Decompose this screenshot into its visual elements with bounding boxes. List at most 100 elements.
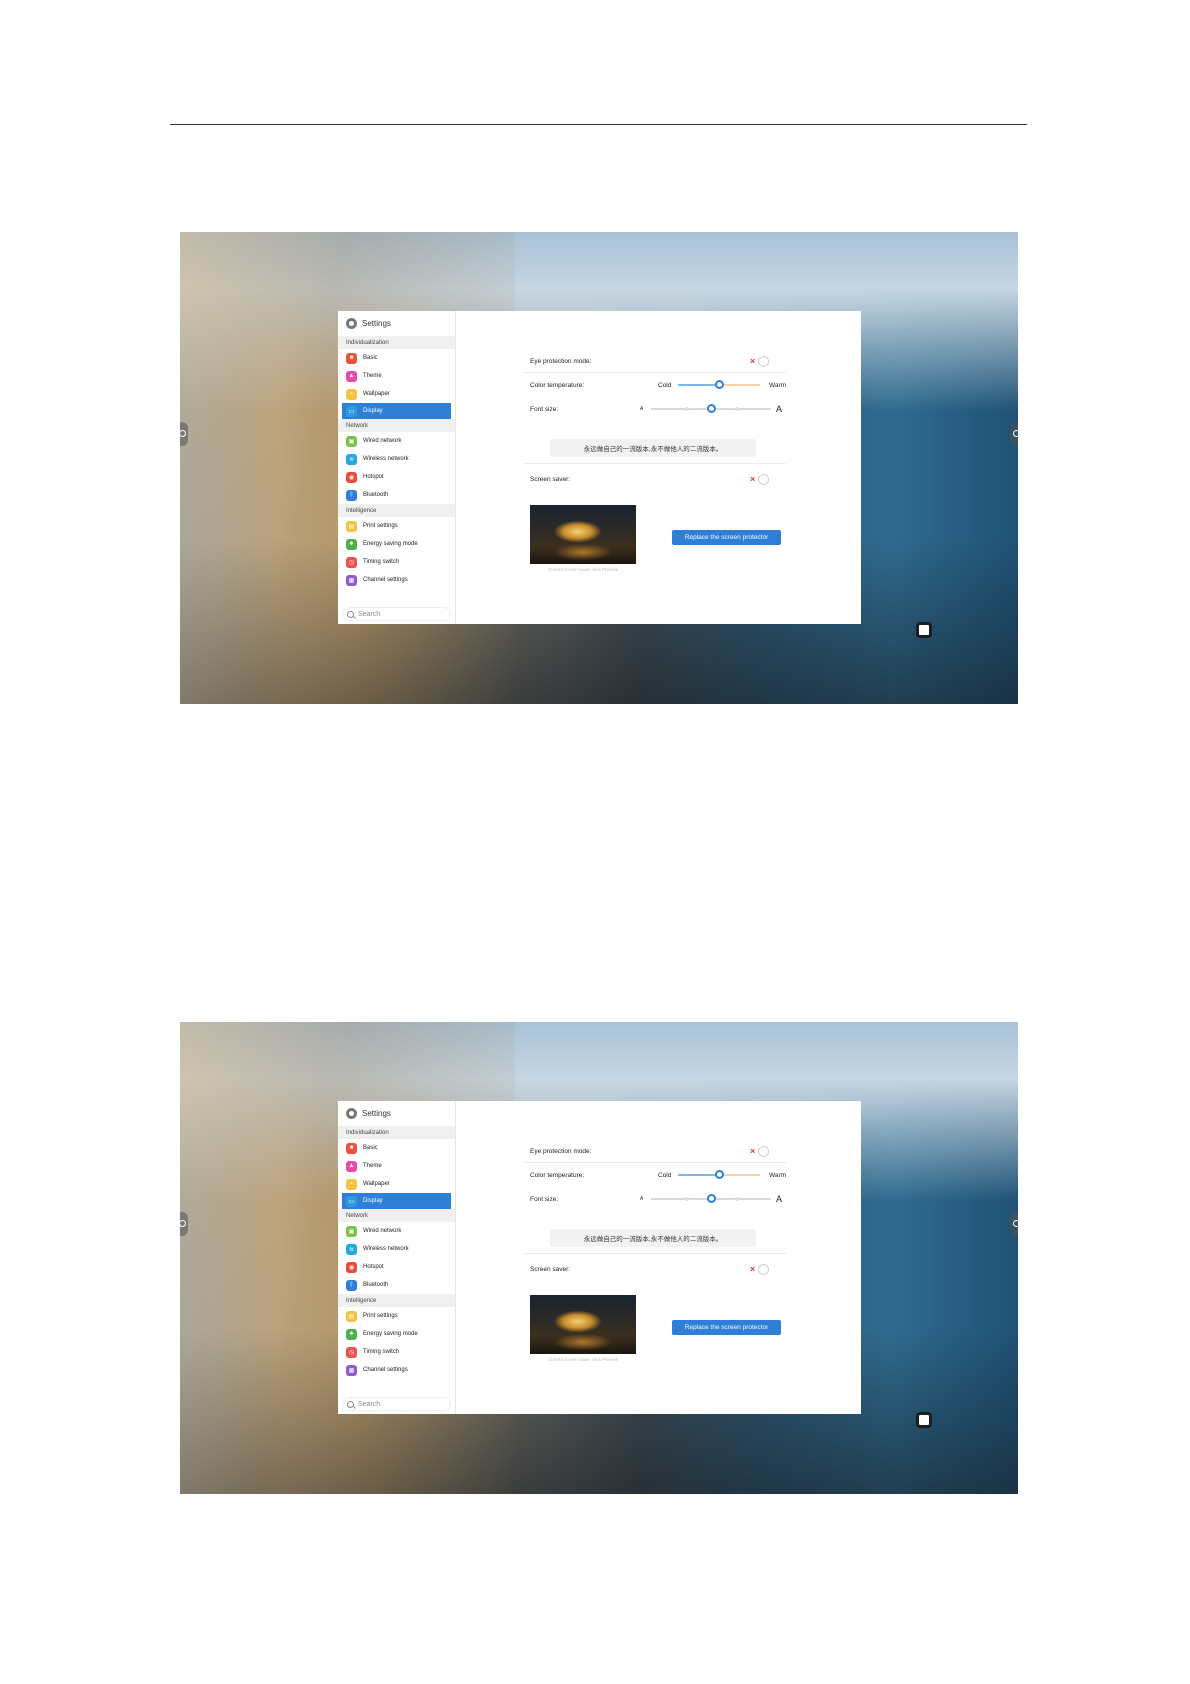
font-size-small-label: A bbox=[640, 1196, 644, 1202]
font-size-label: Font size: bbox=[530, 1195, 559, 1203]
sidebar-item-hotspot[interactable]: ◉ Hotspot bbox=[338, 1258, 455, 1276]
font-preview-text: 永远做自己的一流版本,永不做他人的二流版本。 bbox=[550, 1229, 756, 1247]
wired-network-icon: ▣ bbox=[346, 435, 357, 447]
sidebar-item-wallpaper[interactable]: ▪ Wallpaper bbox=[338, 1175, 455, 1193]
sidebar-item-timing-switch[interactable]: ◷ Timing switch bbox=[338, 553, 455, 571]
hotspot-icon: ◉ bbox=[346, 1261, 357, 1273]
left-edge-handle[interactable] bbox=[180, 1212, 188, 1236]
search-input[interactable]: Search bbox=[342, 607, 451, 621]
color-temperature-slider[interactable] bbox=[678, 380, 760, 390]
right-edge-handle[interactable] bbox=[1010, 1212, 1018, 1236]
screen-saver-row: Screen saver: × bbox=[530, 1259, 780, 1279]
settings-window: Settings Individualization ■ Basic ▲ Theme… bbox=[338, 311, 861, 624]
timing-switch-icon: ◷ bbox=[346, 556, 357, 568]
font-size-large-label: A bbox=[776, 1194, 783, 1204]
energy-saving-icon: ♣ bbox=[346, 1328, 357, 1340]
color-temperature-slider[interactable] bbox=[678, 1170, 760, 1180]
sidebar-item-wired-network[interactable]: ▣ Wired network bbox=[338, 1222, 455, 1240]
screen-saver-toggle[interactable]: × bbox=[750, 1263, 776, 1275]
font-size-row: Font size: A A bbox=[530, 1189, 783, 1209]
right-edge-handle[interactable] bbox=[1010, 422, 1018, 446]
wired-network-icon: ▣ bbox=[346, 1225, 357, 1237]
slider-thumb[interactable] bbox=[715, 1170, 724, 1179]
font-size-small-label: A bbox=[640, 406, 644, 412]
color-temp-warm-label: Warm bbox=[769, 1171, 787, 1179]
sidebar-item-wired-network[interactable]: ▣ Wired network bbox=[338, 432, 455, 450]
section-intelligence: Intelligence bbox=[338, 504, 455, 517]
slider-tick bbox=[684, 1197, 689, 1201]
font-size-slider[interactable] bbox=[651, 404, 771, 414]
font-size-slider[interactable] bbox=[651, 1194, 771, 1204]
sidebar-item-channel-settings[interactable]: ▦ Channel settings bbox=[338, 571, 455, 589]
sidebar-item-basic[interactable]: ■ Basic bbox=[338, 1139, 455, 1157]
eye-protection-toggle[interactable]: × bbox=[750, 355, 776, 367]
sidebar-item-wireless-network[interactable]: ≋ Wireless network bbox=[338, 450, 455, 468]
settings-window: Settings Individualization ■ Basic ▲ Theme… bbox=[338, 1101, 861, 1414]
eye-protection-label: Eye protection mode: bbox=[530, 357, 592, 365]
display-icon: ▭ bbox=[346, 405, 357, 417]
font-preview-text: 永远做自己的一流版本,永不做他人的二流版本。 bbox=[550, 439, 756, 457]
replace-screen-protector-button[interactable]: Replace the screen protector bbox=[672, 530, 781, 545]
settings-title: Settings bbox=[338, 311, 455, 336]
font-size-row: Font size: A A bbox=[530, 399, 782, 419]
divider bbox=[524, 1253, 786, 1254]
screen-saver-toggle[interactable]: × bbox=[750, 473, 776, 485]
sidebar-item-print-settings[interactable]: ▤ Print settings bbox=[338, 1307, 455, 1325]
thumbnail-caption: Current screen saver, click Preview bbox=[547, 1357, 619, 1362]
slider-fill bbox=[678, 1174, 719, 1176]
sidebar-item-bluetooth[interactable]: ᛒ Bluetooth bbox=[338, 1276, 455, 1294]
theme-icon: ▲ bbox=[346, 370, 357, 382]
settings-title: Settings bbox=[338, 1101, 455, 1126]
settings-sidebar: Settings Individualization ■ Basic ▲ Theme… bbox=[338, 311, 456, 624]
replace-screen-protector-button[interactable]: Replace the screen protector bbox=[672, 1320, 781, 1335]
section-network: Network bbox=[338, 419, 455, 432]
timing-switch-icon: ◷ bbox=[346, 1346, 357, 1358]
color-temperature-label: Color temperature: bbox=[530, 1171, 585, 1179]
floating-menu-button[interactable] bbox=[916, 1412, 932, 1428]
handle-circle-icon bbox=[1013, 430, 1018, 437]
handle-circle-icon bbox=[180, 1220, 186, 1227]
display-icon: ▭ bbox=[346, 1195, 357, 1207]
left-edge-handle[interactable] bbox=[180, 422, 188, 446]
print-settings-icon: ▤ bbox=[346, 1310, 357, 1322]
sidebar-item-wireless-network[interactable]: ≋ Wireless network bbox=[338, 1240, 455, 1258]
sidebar-item-display[interactable]: ▭ Display bbox=[342, 403, 451, 419]
wireless-network-icon: ≋ bbox=[346, 1243, 357, 1255]
sidebar-item-energy-saving-mode[interactable]: ♣ Energy saving mode bbox=[338, 1325, 455, 1343]
font-size-label: Font size: bbox=[530, 405, 559, 413]
slider-thumb[interactable] bbox=[707, 1194, 716, 1203]
sidebar-item-bluetooth[interactable]: ᛒ Bluetooth bbox=[338, 486, 455, 504]
screen-saver-thumbnail[interactable] bbox=[530, 1295, 636, 1354]
channel-settings-icon: ▦ bbox=[346, 1364, 357, 1376]
sidebar-item-channel-settings[interactable]: ▦ Channel settings bbox=[338, 1361, 455, 1379]
sidebar-item-display[interactable]: ▭ Display bbox=[342, 1193, 451, 1209]
screen-saver-thumbnail[interactable] bbox=[530, 505, 636, 564]
sidebar-item-print-settings[interactable]: ▤ Print settings bbox=[338, 517, 455, 535]
sidebar-item-wallpaper[interactable]: ▪ Wallpaper bbox=[338, 385, 455, 403]
search-icon bbox=[347, 1400, 354, 1408]
off-x-icon: × bbox=[750, 356, 756, 366]
screen-saver-label: Screen saver: bbox=[530, 475, 571, 483]
toggle-knob bbox=[758, 1145, 770, 1157]
slider-thumb[interactable] bbox=[715, 380, 724, 389]
section-network: Network bbox=[338, 1209, 455, 1222]
sidebar-item-timing-switch[interactable]: ◷ Timing switch bbox=[338, 1343, 455, 1361]
screen-saver-label: Screen saver: bbox=[530, 1265, 571, 1273]
eye-protection-toggle[interactable]: × bbox=[750, 1145, 776, 1157]
section-individualization: Individualization bbox=[338, 1126, 455, 1139]
toggle-knob bbox=[758, 355, 770, 367]
sidebar-item-theme[interactable]: ▲ Theme bbox=[338, 367, 455, 385]
sidebar-item-basic[interactable]: ■ Basic bbox=[338, 349, 455, 367]
slider-fill bbox=[678, 384, 719, 386]
floating-menu-button[interactable] bbox=[916, 622, 932, 638]
settings-sidebar: Settings Individualization ■ Basic ▲ Theme… bbox=[338, 1101, 456, 1414]
color-temp-cold-label: Cold bbox=[658, 381, 672, 389]
print-settings-icon: ▤ bbox=[346, 520, 357, 532]
sidebar-item-energy-saving-mode[interactable]: ♣ Energy saving mode bbox=[338, 535, 455, 553]
sidebar-item-theme[interactable]: ▲ Theme bbox=[338, 1157, 455, 1175]
slider-thumb[interactable] bbox=[707, 404, 716, 413]
eye-protection-label: Eye protection mode: bbox=[530, 1147, 592, 1155]
search-input[interactable]: Search bbox=[342, 1397, 451, 1411]
slider-tick bbox=[684, 407, 689, 411]
sidebar-item-hotspot[interactable]: ◉ Hotspot bbox=[338, 468, 455, 486]
